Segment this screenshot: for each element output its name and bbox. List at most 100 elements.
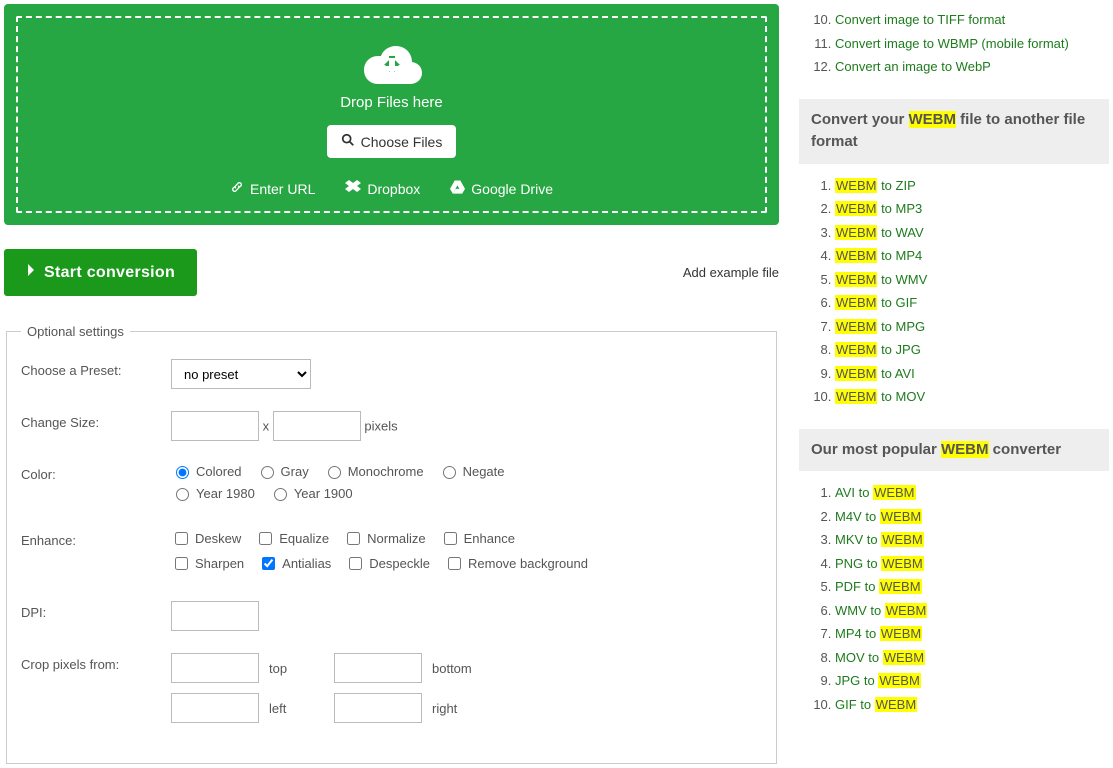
enhance-checkbox[interactable] — [262, 557, 275, 570]
sidebar-link[interactable]: WEBM to MP3 — [835, 201, 922, 216]
enhance-checkbox[interactable] — [175, 532, 188, 545]
sidebar-link[interactable]: WEBM to MOV — [835, 389, 925, 404]
color-option-label: Monochrome — [348, 464, 424, 479]
enhance-checkbox[interactable] — [259, 532, 272, 545]
sidebar-heading-popular: Our most popular WEBM converter — [799, 429, 1109, 472]
sidebar-link[interactable]: WEBM to JPG — [835, 342, 921, 357]
sidebar-link[interactable]: WMV to WEBM — [835, 603, 927, 618]
color-option-label: Gray — [281, 464, 309, 479]
highlight-dst: WEBM — [873, 485, 915, 500]
enhance-checkbox[interactable] — [349, 557, 362, 570]
highlight-src: WEBM — [835, 225, 877, 240]
width-input[interactable] — [171, 411, 259, 441]
sidebar-link[interactable]: AVI to WEBM — [835, 485, 916, 500]
color-option-negate[interactable]: Negate — [438, 463, 505, 479]
sidebar-link[interactable]: M4V to WEBM — [835, 509, 922, 524]
crop-left-label: left — [269, 701, 324, 716]
list-item: WEBM to WAV — [835, 221, 1109, 245]
enhance-option-enhance[interactable]: Enhance — [440, 529, 515, 548]
sidebar-convert-list: WEBM to ZIP WEBM to MP3 WEBM to WAV WEBM to… — [799, 174, 1109, 409]
sidebar-link[interactable]: WEBM to MP4 — [835, 248, 922, 263]
enhance-option-normalize[interactable]: Normalize — [343, 529, 426, 548]
enhance-option-label: Sharpen — [195, 556, 244, 571]
drop-zone[interactable]: Drop Files here Choose Files Enter URL D… — [4, 4, 779, 225]
color-option-label: Year 1980 — [196, 486, 255, 501]
sidebar-link[interactable]: Convert image to TIFF format — [835, 12, 1005, 27]
sidebar-link[interactable]: WEBM to ZIP — [835, 178, 916, 193]
sidebar-link[interactable]: MOV to WEBM — [835, 650, 925, 665]
add-example-file-link[interactable]: Add example file — [683, 265, 779, 280]
color-radio[interactable] — [261, 466, 274, 479]
crop-bottom-label: bottom — [432, 661, 487, 676]
choose-files-button[interactable]: Choose Files — [327, 125, 457, 158]
dropbox-button[interactable]: Dropbox — [345, 180, 420, 197]
list-item: MKV to WEBM — [835, 528, 1109, 552]
drop-text: Drop Files here — [18, 94, 765, 111]
size-unit: pixels — [364, 419, 397, 434]
enter-url-button[interactable]: Enter URL — [230, 180, 315, 197]
sidebar-top-list: Convert image to TIFF format Convert imag… — [799, 8, 1109, 79]
highlight-dst: WEBM — [879, 579, 921, 594]
start-conversion-label: Start conversion — [44, 264, 175, 282]
color-radio[interactable] — [176, 466, 189, 479]
dpi-input[interactable] — [171, 601, 259, 631]
color-radio[interactable] — [176, 488, 189, 501]
color-radio[interactable] — [328, 466, 341, 479]
sidebar-link[interactable]: WEBM to AVI — [835, 366, 915, 381]
color-option-gray[interactable]: Gray — [256, 463, 309, 479]
highlight-dst: WEBM — [880, 509, 922, 524]
sidebar-link[interactable]: WEBM to WAV — [835, 225, 924, 240]
heading3-post: converter — [989, 441, 1062, 458]
color-label: Color: — [21, 463, 171, 507]
list-item: Convert image to WBMP (mobile format) — [835, 32, 1109, 56]
highlight-src: WEBM — [835, 201, 877, 216]
list-item: PNG to WEBM — [835, 552, 1109, 576]
google-drive-label: Google Drive — [471, 181, 553, 197]
sidebar-link[interactable]: GIF to WEBM — [835, 697, 917, 712]
enhance-option-antialias[interactable]: Antialias — [258, 554, 331, 573]
enhance-option-despeckle[interactable]: Despeckle — [345, 554, 430, 573]
preset-select[interactable]: no preset — [171, 359, 311, 389]
sidebar-link[interactable]: Convert an image to WebP — [835, 59, 991, 74]
sidebar-link[interactable]: PNG to WEBM — [835, 556, 924, 571]
cloud-upload-icon — [360, 42, 424, 86]
sidebar-link[interactable]: Convert image to WBMP (mobile format) — [835, 36, 1069, 51]
heading2-pre: Convert your — [811, 111, 909, 128]
enhance-option-remove-background[interactable]: Remove background — [444, 554, 588, 573]
sidebar-link[interactable]: JPG to WEBM — [835, 673, 921, 688]
height-input[interactable] — [273, 411, 361, 441]
color-option-label: Negate — [463, 464, 505, 479]
google-drive-button[interactable]: Google Drive — [450, 180, 553, 197]
sidebar-link[interactable]: WEBM to GIF — [835, 295, 917, 310]
sidebar-link[interactable]: MP4 to WEBM — [835, 626, 922, 641]
color-radio[interactable] — [274, 488, 287, 501]
enhance-checkbox[interactable] — [347, 532, 360, 545]
dpi-label: DPI: — [21, 601, 171, 631]
link-icon — [230, 180, 244, 197]
enhance-checkbox[interactable] — [175, 557, 188, 570]
sidebar-link[interactable]: MKV to WEBM — [835, 532, 924, 547]
enhance-label: Enhance: — [21, 529, 171, 579]
enhance-checkbox[interactable] — [448, 557, 461, 570]
color-option-colored[interactable]: Colored — [171, 463, 242, 479]
enhance-option-deskew[interactable]: Deskew — [171, 529, 241, 548]
sidebar-link[interactable]: WEBM to WMV — [835, 272, 927, 287]
crop-right-input[interactable] — [334, 693, 422, 723]
crop-bottom-input[interactable] — [334, 653, 422, 683]
color-radio[interactable] — [443, 466, 456, 479]
color-option-year-1980[interactable]: Year 1980 — [171, 485, 255, 501]
highlight-src: WEBM — [835, 319, 877, 334]
start-conversion-button[interactable]: Start conversion — [4, 249, 197, 296]
list-item: Convert an image to WebP — [835, 55, 1109, 79]
crop-left-input[interactable] — [171, 693, 259, 723]
enhance-checkbox[interactable] — [444, 532, 457, 545]
color-option-year-1900[interactable]: Year 1900 — [269, 485, 353, 501]
color-option-monochrome[interactable]: Monochrome — [323, 463, 424, 479]
choose-files-label: Choose Files — [361, 134, 443, 150]
enhance-option-equalize[interactable]: Equalize — [255, 529, 329, 548]
crop-top-input[interactable] — [171, 653, 259, 683]
sidebar-link[interactable]: WEBM to MPG — [835, 319, 925, 334]
enhance-option-sharpen[interactable]: Sharpen — [171, 554, 244, 573]
preset-label: Choose a Preset: — [21, 359, 171, 389]
sidebar-link[interactable]: PDF to WEBM — [835, 579, 922, 594]
